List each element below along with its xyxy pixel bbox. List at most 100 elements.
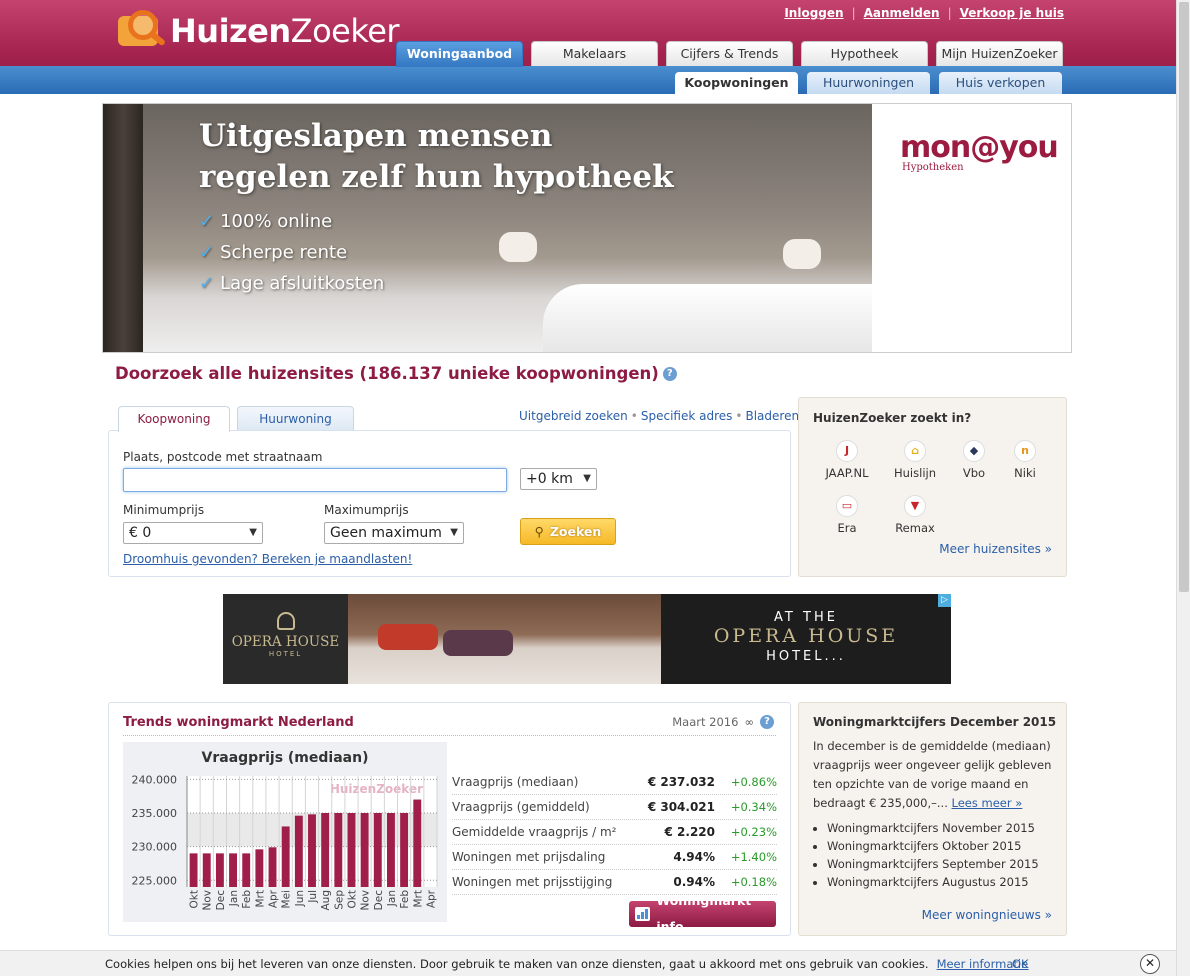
- bed-image: [543, 284, 873, 352]
- x-tick-label: Dec: [215, 890, 227, 911]
- chart-bar: [255, 849, 264, 887]
- opera-house-ad[interactable]: OPERA HOUSE HOTEL AT THE OPERA HOUSE HOT…: [223, 594, 951, 684]
- tab-huurwoning[interactable]: Huurwoning: [237, 406, 354, 431]
- stat-row: Vraagprijs (gemiddeld) € 304.021 +0.34%: [452, 795, 777, 820]
- searched-sites-box: HuizenZoeker zoekt in? J JAAP.NL ⌂ Huislij…: [798, 397, 1067, 577]
- chart-bar: [294, 815, 303, 887]
- site-remax[interactable]: ▼ Remax: [885, 495, 945, 535]
- stat-change: +1.40%: [730, 850, 777, 864]
- subtab-huis-verkopen[interactable]: Huis verkopen: [939, 72, 1062, 94]
- x-tick-label: Jul: [307, 890, 319, 904]
- subtab-huurwoningen[interactable]: Huurwoningen: [807, 72, 930, 94]
- x-tick-label: Okt: [189, 890, 201, 908]
- magnifier-house-icon: [114, 6, 170, 56]
- advanced-search-link[interactable]: Uitgebreid zoeken: [519, 409, 628, 423]
- chart-bar: [308, 814, 316, 887]
- x-tick-label: Jun: [294, 890, 306, 907]
- chart-bar: [413, 799, 422, 887]
- site-logo[interactable]: HuizenZoeker: [114, 6, 400, 56]
- cookie-ok-link[interactable]: OK: [1012, 957, 1029, 971]
- balloon-icon: ▼: [904, 495, 926, 517]
- help-icon[interactable]: ?: [760, 715, 774, 729]
- more-news-link[interactable]: Meer woningnieuws »: [922, 908, 1052, 922]
- tab-mijn-huizenzoeker[interactable]: Mijn HuizenZoeker: [936, 41, 1063, 66]
- x-tick-label: Aug: [320, 890, 332, 911]
- stat-value: 4.94%: [673, 850, 715, 864]
- sell-house-link[interactable]: Verkoop je huis: [960, 6, 1064, 20]
- check-icon: ✓: [199, 242, 215, 263]
- stat-value: € 237.032: [647, 775, 715, 789]
- news-item[interactable]: Woningmarktcijfers Augustus 2015: [827, 873, 1059, 891]
- subtab-koopwoningen[interactable]: Koopwoningen: [675, 72, 798, 94]
- tab-cijfers-trends[interactable]: Cijfers & Trends: [666, 41, 793, 66]
- crest-icon: [276, 612, 295, 630]
- tab-koopwoning[interactable]: Koopwoning: [118, 406, 230, 432]
- chart-bar: [242, 853, 251, 887]
- stat-change: +0.86%: [730, 775, 777, 789]
- min-price-label: Minimumprijs: [123, 503, 205, 517]
- chart-title: Vraagprijs (mediaan): [202, 750, 369, 766]
- stat-label: Woningen met prijsstijging: [452, 875, 613, 889]
- niki-icon: n: [1014, 440, 1036, 462]
- chart-bar: [321, 813, 330, 887]
- close-icon[interactable]: ✕: [1140, 954, 1160, 974]
- site-huislijn[interactable]: ⌂ Huislijn: [885, 440, 945, 480]
- page-scrollbar[interactable]: [1176, 0, 1190, 976]
- site-era[interactable]: ▭ Era: [817, 495, 877, 535]
- read-more-link[interactable]: Lees meer »: [952, 796, 1023, 810]
- site-jaap[interactable]: J JAAP.NL: [817, 440, 877, 480]
- market-info-button[interactable]: Woningmarkt info: [629, 893, 776, 934]
- lamp-image: [499, 232, 537, 262]
- x-tick-label: Okt: [346, 890, 358, 908]
- news-item[interactable]: Woningmarktcijfers Oktober 2015: [827, 837, 1059, 855]
- cookie-bar: Cookies helpen ons bij het leveren van o…: [0, 950, 1176, 976]
- x-tick-label: Mei: [281, 890, 293, 908]
- chevron-down-icon: ▼: [249, 527, 257, 538]
- chart-bar: [202, 853, 211, 887]
- chart-bar: [189, 853, 198, 887]
- distance-select[interactable]: +0 km ▼: [520, 468, 597, 490]
- scrollbar-thumb[interactable]: [1179, 2, 1189, 592]
- browse-link[interactable]: Bladeren: [745, 409, 799, 423]
- house-icon: ⌂: [904, 440, 926, 462]
- min-price-select[interactable]: € 0 ▼: [123, 522, 263, 544]
- banner-headline: Uitgeslapen mensen regelen zelf hun hypo…: [199, 118, 674, 195]
- era-icon: ▭: [836, 495, 858, 517]
- x-tick-label: Dec: [373, 890, 385, 911]
- stat-label: Woningen met prijsdaling: [452, 850, 606, 864]
- hypotheek-banner[interactable]: Uitgeslapen mensen regelen zelf hun hypo…: [102, 103, 1072, 353]
- vbo-icon: ◆: [963, 440, 985, 462]
- hotel-room-image: [348, 594, 661, 684]
- x-tick-label: Jan: [228, 890, 240, 907]
- search-title: Doorzoek alle huizensites (186.137 uniek…: [115, 364, 677, 383]
- login-link[interactable]: Inloggen: [784, 6, 843, 20]
- tab-hypotheek[interactable]: Hypotheek: [801, 41, 928, 66]
- stat-row: Gemiddelde vraagprijs / m² € 2.220 +0.23%: [452, 820, 777, 845]
- chart-bar: [400, 813, 409, 887]
- news-item[interactable]: Woningmarktcijfers September 2015: [827, 855, 1059, 873]
- mortgage-calc-link[interactable]: Droomhuis gevonden? Bereken je maandlast…: [123, 552, 412, 566]
- help-icon[interactable]: ?: [662, 366, 677, 381]
- link-icon[interactable]: ∞: [744, 715, 754, 729]
- max-price-select[interactable]: Geen maximum ▼: [324, 522, 464, 544]
- y-tick-label: 225.000: [132, 874, 178, 887]
- place-input[interactable]: [123, 468, 507, 492]
- tab-woningaanbod[interactable]: Woningaanbod: [396, 41, 523, 67]
- specific-address-link[interactable]: Specifiek adres: [641, 409, 733, 423]
- chart-bar: [229, 853, 237, 887]
- trends-date: Maart 2016 ∞ ?: [672, 715, 774, 729]
- search-button[interactable]: ⚲ Zoeken: [520, 518, 616, 545]
- tab-makelaars[interactable]: Makelaars: [531, 41, 658, 66]
- x-tick-label: Sep: [333, 890, 345, 910]
- more-sites-link[interactable]: Meer huizensites »: [939, 542, 1052, 556]
- site-niki[interactable]: n Niki: [995, 440, 1055, 480]
- stat-label: Vraagprijs (mediaan): [452, 775, 579, 789]
- adchoices-icon[interactable]: ▷: [938, 594, 951, 607]
- news-item[interactable]: Woningmarktcijfers November 2015: [827, 819, 1059, 837]
- max-price-label: Maximumprijs: [324, 503, 409, 517]
- search-form: Plaats, postcode met straatnaam +0 km ▼ M…: [108, 430, 791, 577]
- register-link[interactable]: Aanmelden: [864, 6, 940, 20]
- x-tick-label: Feb: [399, 890, 411, 909]
- y-tick-label: 230.000: [132, 841, 178, 854]
- bar-chart-icon: [635, 907, 651, 921]
